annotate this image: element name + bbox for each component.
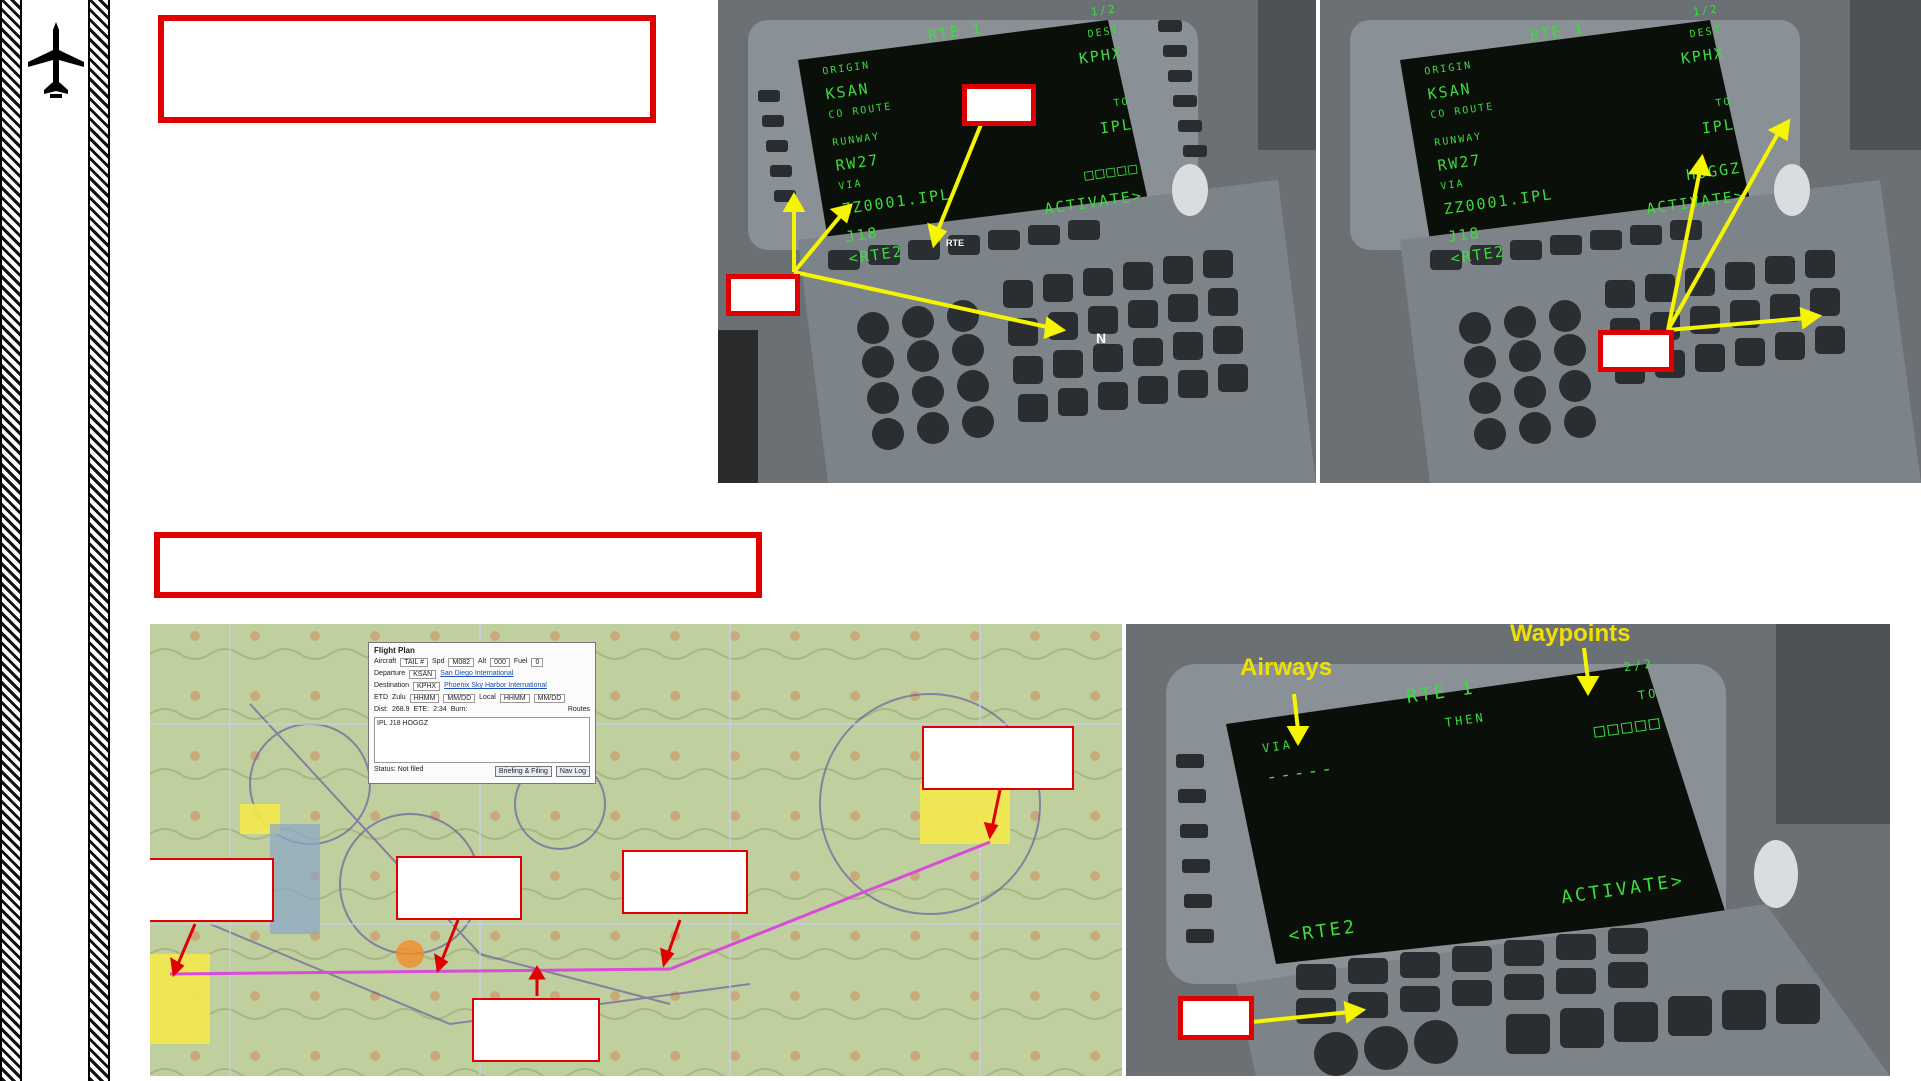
top-callout-box xyxy=(158,15,656,123)
route-textarea[interactable]: IPL J18 HOGGZ xyxy=(374,717,590,763)
ete-label: ETE: xyxy=(413,706,430,713)
etd-label: ETD xyxy=(374,694,388,701)
status-text: Status: Not filed xyxy=(374,766,424,773)
local-time-field[interactable]: HHMM xyxy=(499,694,530,703)
flight-plan-window: Flight Plan Aircraft TAIL # Spd M082 Alt… xyxy=(368,642,596,784)
fuel-label: Fuel xyxy=(513,658,528,665)
departure-field[interactable]: KSAN xyxy=(409,670,437,679)
map-label-ksan xyxy=(150,858,274,922)
spd-label: Spd xyxy=(432,658,445,665)
dist-label: Dist: xyxy=(374,706,388,713)
aircraft-field[interactable]: TAIL # xyxy=(400,658,429,667)
airplane-icon xyxy=(28,22,84,98)
cdu1-label-box-rte xyxy=(962,84,1036,126)
cdu1-label-box-keys xyxy=(726,274,800,316)
map-label-kphx xyxy=(922,726,1074,790)
burn-label: Burn: xyxy=(450,706,468,713)
hatched-border-right xyxy=(88,0,110,1081)
routes-label[interactable]: Routes xyxy=(568,706,590,713)
alt-field[interactable]: 000 xyxy=(490,658,510,667)
map-label-hoggz xyxy=(472,998,600,1062)
zulu-label: Zulu xyxy=(392,694,406,701)
ete-value: 2:34 xyxy=(433,706,447,713)
departure-label: Departure xyxy=(374,670,406,677)
alt-label: Alt xyxy=(478,658,487,665)
cdu1-arrows xyxy=(782,121,1067,340)
map-label-j18 xyxy=(622,850,748,914)
zulu-date-field[interactable]: MM/DD xyxy=(443,694,476,703)
zulu-time-field[interactable]: HHMM xyxy=(409,694,440,703)
cdu2-arrows xyxy=(1666,118,1823,332)
departure-name-link[interactable]: San Diego International xyxy=(440,670,513,679)
skyvector-map xyxy=(150,624,1122,1076)
map-label-ipl xyxy=(396,856,522,920)
fuel-field[interactable]: 0 xyxy=(531,658,544,667)
flight-plan-title: Flight Plan xyxy=(374,646,415,655)
cdu-panel-2: RTE 1 1/2 ORIGIN DEST KSAN KPHX CO ROUTE… xyxy=(1320,0,1921,483)
aircraft-label: Aircraft xyxy=(374,658,397,665)
cdu-panel-1: RTE 1 1/2 ORIGIN DEST KSAN KPHX CO ROUTE… xyxy=(718,0,1316,483)
cdu2-label-box xyxy=(1598,330,1674,372)
cdu-panel-3: RTE 1 2/2 VIA THEN TO ----- □□□□□ <RTE2 … xyxy=(1126,624,1890,1076)
destination-name-link[interactable]: Phoenix Sky Harbor International xyxy=(444,682,547,691)
left-rail xyxy=(0,0,110,1081)
local-label: Local xyxy=(479,694,496,701)
second-callout-box xyxy=(154,532,762,598)
briefing-filing-button[interactable]: Briefing & Filing xyxy=(494,766,552,777)
local-date-field[interactable]: MM/DD xyxy=(533,694,566,703)
cdu3-label-box xyxy=(1178,996,1254,1040)
dist-value: 268.9 xyxy=(392,706,410,713)
destination-label: Destination xyxy=(374,682,410,689)
hatched-border-left xyxy=(0,0,22,1081)
spd-field[interactable]: M082 xyxy=(448,658,474,667)
nav-log-button[interactable]: Nav Log xyxy=(555,766,590,777)
destination-field[interactable]: KPHX xyxy=(413,682,441,691)
